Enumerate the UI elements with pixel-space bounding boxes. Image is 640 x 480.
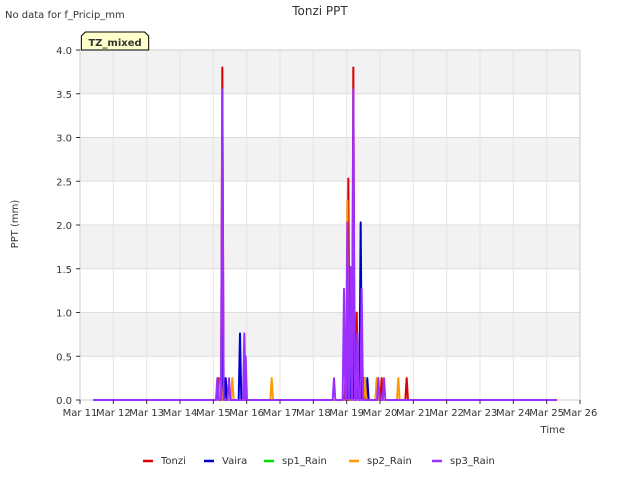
x-tick-label: Mar 21 [396,408,431,419]
plot-band [80,93,580,138]
x-tick-label: Mar 22 [429,408,464,419]
plot-band [80,181,580,225]
x-tick-label: Mar 20 [363,408,398,419]
x-tick-label: Mar 25 [529,408,564,419]
x-tick-label: Mar 15 [196,408,231,419]
plot-band [80,356,580,400]
x-tick-label: Mar 14 [163,408,198,419]
y-tick-label: 2.0 [56,221,72,232]
x-tick-label: Mar 19 [329,408,364,419]
y-tick-label: 2.5 [56,177,72,188]
y-tick-label: 3.0 [56,134,72,145]
legend-label: sp3_Rain [450,456,495,467]
plot-band [80,312,580,357]
plot-band [80,50,580,94]
x-tick-label: Mar 24 [496,408,531,419]
x-tick-label: Mar 12 [96,408,131,419]
no-data-note: No data for f_Pricip_mm [5,10,125,21]
y-tick-label: 3.5 [56,90,72,101]
x-tick-label: Mar 23 [463,408,498,419]
legend-label: Vaira [222,456,247,467]
y-tick-label: 0.5 [56,352,72,363]
x-tick-label: Mar 17 [263,408,298,419]
y-tick-label: 0.0 [56,396,72,407]
x-axis-label: Time [540,425,565,436]
chart-title: Tonzi PPT [291,4,348,18]
plot-band [80,137,580,182]
chart: Tonzi PPT No data for f_Pricip_mm 0.0 0.5… [0,0,640,480]
legend-label: sp1_Rain [282,456,327,467]
legend-label: sp2_Rain [367,456,412,467]
x-tick-label: Mar 11 [63,408,98,419]
badge-label: TZ_mixed [88,38,141,49]
x-tick-label: Mar 18 [296,408,331,419]
y-axis-label: PPT (mm) [10,200,21,249]
y-tick-label: 4.0 [56,46,72,57]
y-tick-label: 1.0 [56,309,72,320]
plot-band [80,225,580,269]
y-tick-label: 1.5 [56,265,72,276]
plot-band [80,268,580,313]
x-tick-label: Mar 13 [129,408,164,419]
x-tick-label: Mar 16 [229,408,264,419]
legend-label: Tonzi [160,456,186,467]
badge: TZ_mixed [80,31,150,51]
x-tick-label: Mar 26 [563,408,598,419]
